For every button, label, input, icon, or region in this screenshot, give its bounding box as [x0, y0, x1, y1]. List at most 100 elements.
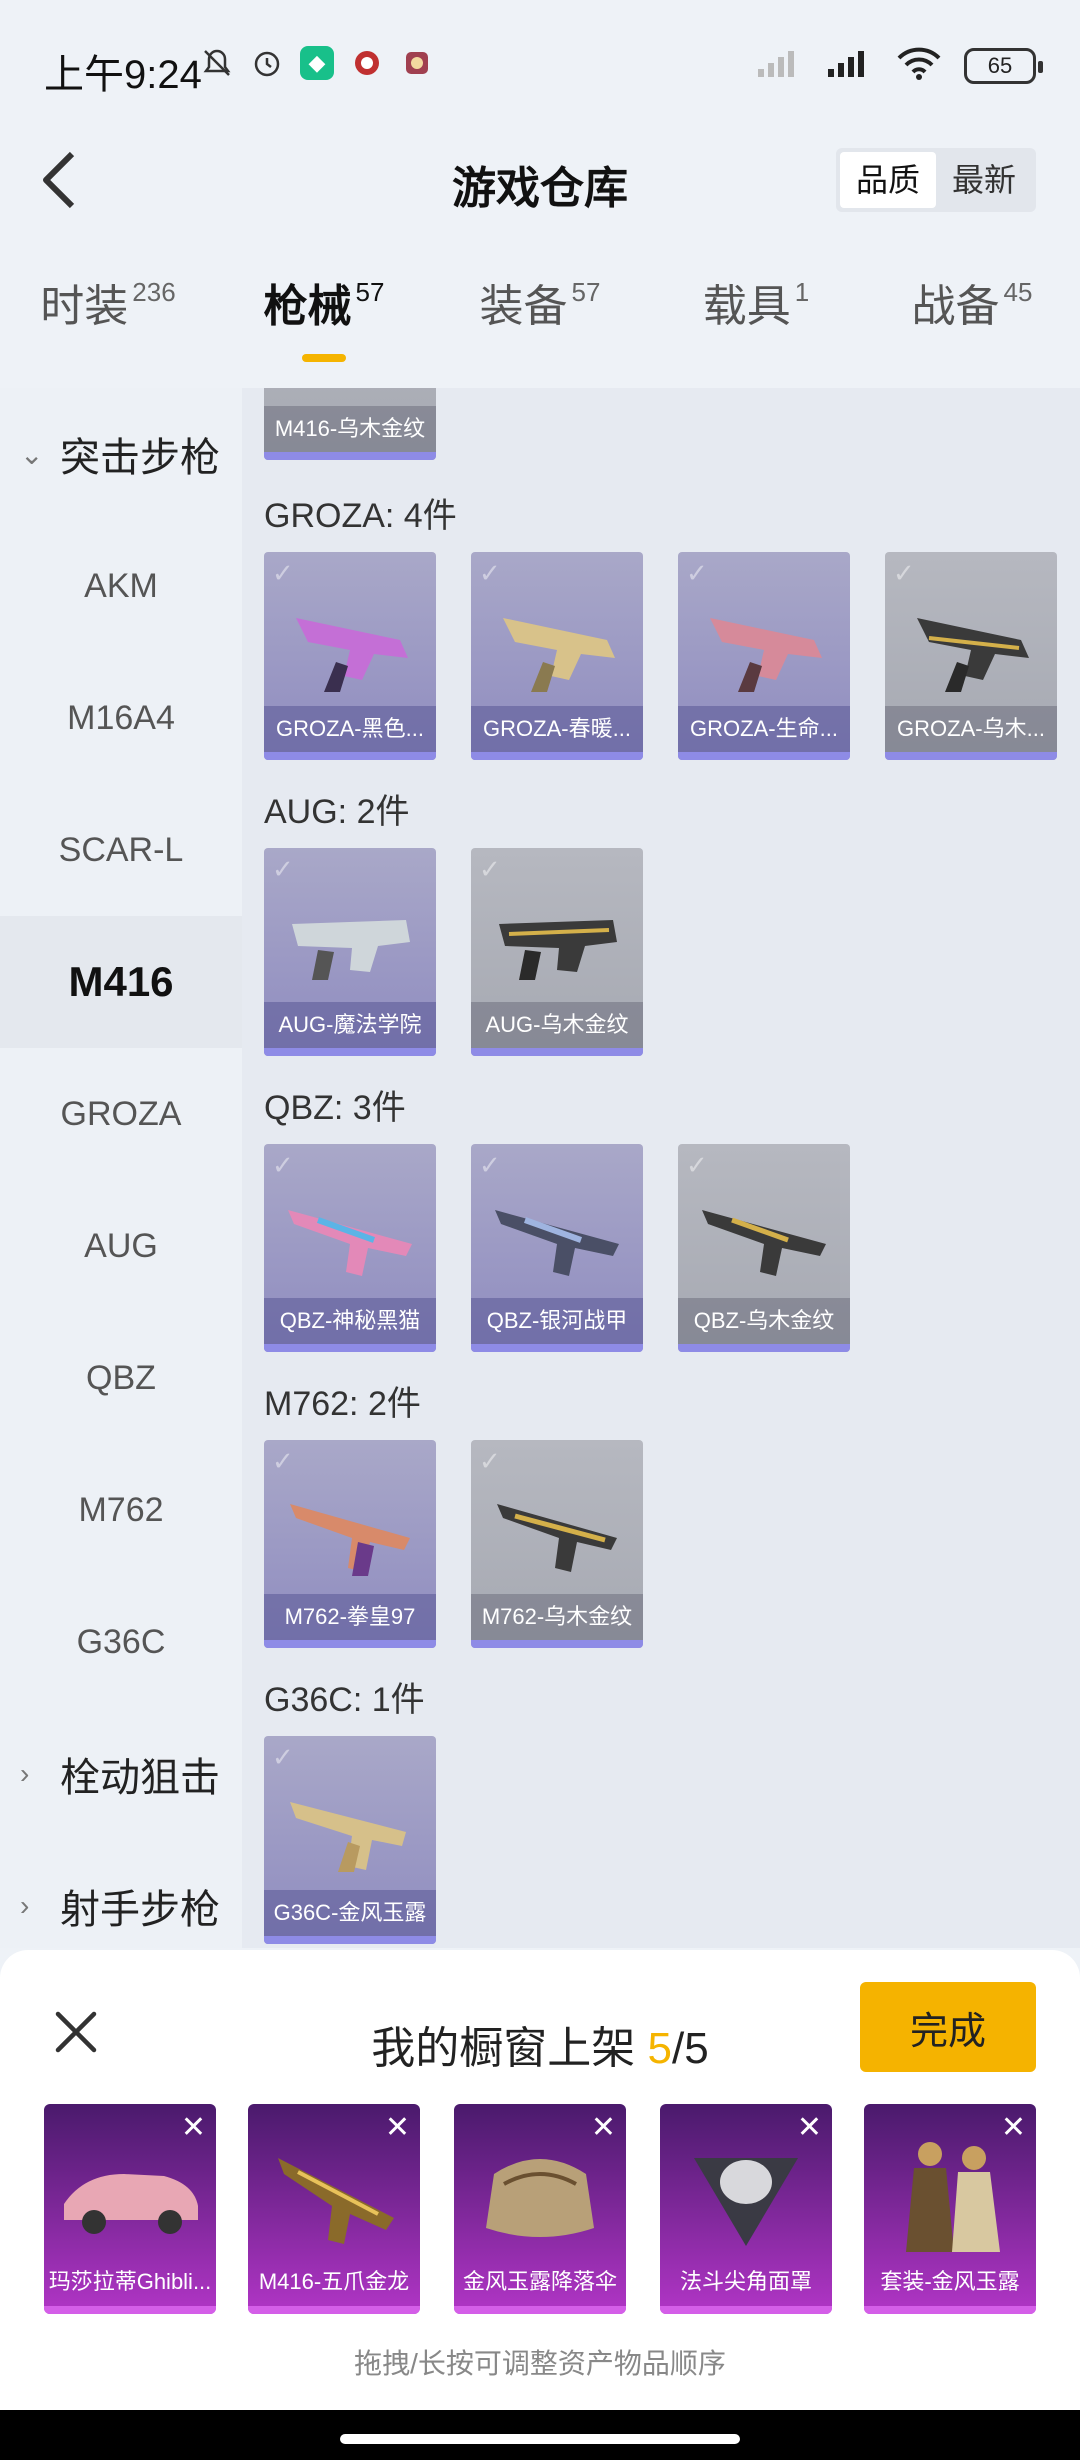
item-image — [64, 2174, 198, 2234]
status-bar: 上午9:24 ◆ 65 — [0, 0, 1080, 130]
showcase-slot[interactable]: ✕ 法斗尖角面罩 — [660, 2104, 832, 2314]
item-card[interactable]: M416-乌木金纹 — [264, 388, 436, 460]
home-indicator[interactable] — [340, 2434, 740, 2444]
sort-newest-button[interactable]: 最新 — [936, 152, 1032, 208]
done-button[interactable]: 完成 — [860, 1982, 1036, 2072]
reorder-hint: 拖拽/长按可调整资产物品顺序 — [354, 2348, 726, 2379]
nav-header: 游戏仓库 品质 最新 — [0, 130, 1080, 230]
item-image — [278, 2158, 394, 2244]
sidebar-group-assault-rifles[interactable]: ⌄ 突击步枪 — [0, 388, 242, 520]
tab-label: 枪械 — [263, 282, 352, 331]
sidebar-item-scar-l[interactable]: SCAR-L — [0, 784, 242, 916]
tab-count: 45 — [1003, 277, 1033, 307]
chevron-right-icon: › — [20, 1890, 30, 1921]
tab-label: 载具 — [702, 282, 791, 331]
check-icon: ✓ — [686, 558, 708, 588]
item-card[interactable]: ✓ GROZA-乌木... — [885, 552, 1057, 760]
sidebar-item-m762[interactable]: M762 — [0, 1444, 242, 1576]
item-name: QBZ-乌木金纹 — [678, 1298, 850, 1344]
sidebar-group-bolt-action[interactable]: › 栓动狙击 — [0, 1708, 242, 1840]
showcase-slot[interactable]: ✕ 金风玉露降落伞 — [454, 2104, 626, 2314]
alarm-icon — [250, 46, 284, 80]
check-icon: ✓ — [686, 1150, 708, 1180]
system-nav-bar — [0, 2410, 1080, 2460]
section-title: G36C: 1件 — [264, 1681, 425, 1719]
check-icon: ✓ — [479, 1150, 501, 1180]
sidebar-item-qbz[interactable]: QBZ — [0, 1312, 242, 1444]
item-image — [486, 2159, 594, 2237]
weapon-image — [503, 618, 615, 692]
sidebar-item-m16a4[interactable]: M16A4 — [0, 652, 242, 784]
sidebar-group-label: 突击步枪 — [60, 436, 220, 480]
item-card[interactable]: ✓ QBZ-乌木金纹 — [678, 1144, 850, 1352]
rarity-bar — [264, 452, 436, 460]
item-card[interactable]: ✓ M762-拳皇97 — [264, 1440, 436, 1648]
item-card[interactable]: ✓ AUG-魔法学院 — [264, 848, 436, 1056]
status-icons-left: ◆ — [200, 46, 434, 80]
item-card[interactable]: ✓ GROZA-生命... — [678, 552, 850, 760]
tab-label: 装备 — [479, 282, 568, 331]
item-name: AUG-魔法学院 — [264, 1002, 436, 1048]
item-name: GROZA-黑色... — [264, 706, 436, 752]
sort-quality-button[interactable]: 品质 — [839, 152, 936, 208]
item-name: 法斗尖角面罩 — [679, 2269, 812, 2294]
rarity-bar — [44, 2306, 216, 2314]
rarity-bar — [471, 752, 643, 760]
section-title: QBZ: 3件 — [264, 1089, 406, 1127]
tab-vehicles[interactable]: 载具 1 — [648, 270, 864, 370]
sidebar-group-label: 射手步枪 — [60, 1888, 220, 1932]
check-icon: ✓ — [272, 1742, 294, 1772]
vpn-icon: ◆ — [300, 46, 334, 80]
item-card[interactable]: ✓ AUG-乌木金纹 — [471, 848, 643, 1056]
item-name: 金风玉露降落伞 — [462, 2269, 617, 2294]
weapon-image — [290, 1504, 410, 1576]
rarity-bar — [885, 752, 1057, 760]
showcase-slot[interactable]: ✕ M416-五爪金龙 — [248, 2104, 420, 2314]
sidebar-item-m416[interactable]: M416 — [0, 916, 242, 1048]
rarity-bar — [471, 1344, 643, 1352]
tab-fashion[interactable]: 时装 236 — [0, 270, 216, 370]
rarity-bar — [264, 1936, 436, 1944]
rarity-bar — [264, 1640, 436, 1648]
tab-count: 1 — [794, 277, 810, 307]
check-icon: ✓ — [479, 854, 501, 884]
tab-supplies[interactable]: 战备 45 — [864, 270, 1080, 370]
rarity-bar — [264, 752, 436, 760]
showcase-slot[interactable]: ✕ 套装-金风玉露 — [864, 2104, 1036, 2314]
chevron-right-icon: › — [20, 1758, 30, 1789]
item-card[interactable]: ✓ QBZ-神秘黑猫 — [264, 1144, 436, 1352]
section-title: M762: 2件 — [264, 1385, 421, 1423]
tab-count: 236 — [132, 277, 176, 307]
section-title: GROZA: 4件 — [264, 497, 457, 535]
tab-count: 57 — [571, 277, 601, 307]
status-icons-right: 65 — [756, 46, 1043, 85]
weapon-image — [710, 618, 822, 692]
wifi-icon — [896, 46, 942, 85]
item-name: AUG-乌木金纹 — [471, 1002, 643, 1048]
item-name: M416-乌木金纹 — [264, 406, 436, 452]
item-card[interactable]: ✓ QBZ-银河战甲 — [471, 1144, 643, 1352]
item-card[interactable]: ✓ G36C-金风玉露 — [264, 1736, 436, 1944]
mute-icon — [200, 46, 234, 80]
tab-firearms[interactable]: 枪械 57 — [216, 270, 432, 370]
item-name: G36C-金风玉露 — [264, 1890, 436, 1936]
item-card[interactable]: ✓ GROZA-春暖... — [471, 552, 643, 760]
sidebar-item-aug[interactable]: AUG — [0, 1180, 242, 1312]
check-icon: ✓ — [479, 1446, 501, 1476]
weapon-image — [499, 920, 617, 980]
rarity-bar — [264, 1344, 436, 1352]
item-card[interactable]: ✓ M762-乌木金纹 — [471, 1440, 643, 1648]
item-name: M416-五爪金龙 — [258, 2269, 410, 2294]
showcase-slot[interactable]: ✕ 玛莎拉蒂Ghibli... — [44, 2104, 216, 2314]
sidebar-group-label: 栓动狙击 — [60, 1756, 220, 1800]
sidebar-item-akm[interactable]: AKM — [0, 520, 242, 652]
item-card[interactable]: ✓ GROZA-黑色... — [264, 552, 436, 760]
weapon-image — [702, 1210, 826, 1276]
sidebar-item-g36c[interactable]: G36C — [0, 1576, 242, 1708]
weapon-image — [497, 1504, 617, 1572]
tab-equipment[interactable]: 装备 57 — [432, 270, 648, 370]
rarity-bar — [471, 1640, 643, 1648]
sidebar-item-groza[interactable]: GROZA — [0, 1048, 242, 1180]
weapon-image — [290, 1802, 406, 1872]
item-name: QBZ-神秘黑猫 — [264, 1298, 436, 1344]
